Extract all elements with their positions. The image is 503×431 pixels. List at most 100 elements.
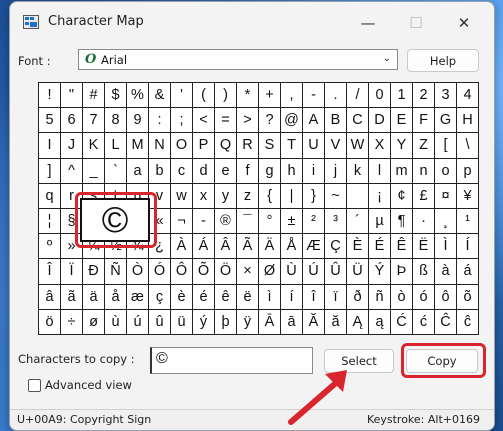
char-cell[interactable]: Ê <box>391 234 413 260</box>
char-cell[interactable]: q <box>39 183 61 209</box>
char-cell[interactable]: Q <box>215 133 237 159</box>
char-cell[interactable]: × <box>237 259 259 285</box>
char-cell[interactable]: e <box>215 158 237 184</box>
char-cell[interactable]: : <box>149 108 171 134</box>
char-cell[interactable]: B <box>325 108 347 134</box>
char-cell[interactable]: ê <box>215 284 237 310</box>
char-cell[interactable]: ( <box>193 83 215 109</box>
char-cell[interactable]: ± <box>281 208 303 235</box>
char-cell[interactable]: 8 <box>105 108 127 134</box>
char-cell[interactable]: À <box>171 234 193 260</box>
char-cell[interactable]: Ö <box>215 259 237 285</box>
char-cell[interactable]: m <box>391 158 413 184</box>
char-cell[interactable]: Z <box>413 133 435 159</box>
char-cell[interactable]: = <box>215 108 237 134</box>
char-cell[interactable]: Ø <box>259 259 281 285</box>
char-cell[interactable]: Â <box>215 234 237 260</box>
char-cell[interactable]: Y <box>391 133 413 159</box>
char-cell[interactable]: å <box>105 284 127 310</box>
char-cell[interactable]: a <box>127 158 149 184</box>
char-cell[interactable]: ¤ <box>435 183 457 209</box>
char-cell[interactable]: Ó <box>149 259 171 285</box>
char-cell[interactable]: ? <box>259 108 281 134</box>
char-cell[interactable]: ² <box>303 208 325 235</box>
font-dropdown[interactable]: O Arial ⌄ <box>78 49 398 70</box>
char-cell[interactable]: é <box>193 284 215 310</box>
char-cell[interactable]: o <box>435 158 457 184</box>
char-cell[interactable]: I <box>39 133 61 159</box>
char-cell[interactable]: µ <box>369 208 391 235</box>
char-cell[interactable]: ć <box>413 309 435 335</box>
char-cell[interactable]: Ð <box>83 259 105 285</box>
char-cell[interactable]: ! <box>39 83 61 109</box>
char-cell[interactable]: 4 <box>457 83 479 109</box>
char-cell[interactable]: U <box>303 133 325 159</box>
char-cell[interactable]: X <box>369 133 391 159</box>
char-cell[interactable]: ´ <box>347 208 369 235</box>
char-cell[interactable]: ô <box>435 284 457 310</box>
char-cell[interactable]: f <box>237 158 259 184</box>
char-cell[interactable]: R <box>237 133 259 159</box>
char-cell[interactable]: ) <box>215 83 237 109</box>
char-cell[interactable]: Ć <box>391 309 413 335</box>
char-cell[interactable]: J <box>61 133 83 159</box>
char-cell[interactable]: Ý <box>369 259 391 285</box>
char-cell[interactable]: w <box>171 183 193 209</box>
char-cell[interactable]: ë <box>237 284 259 310</box>
char-cell[interactable]: 1 <box>391 83 413 109</box>
char-cell[interactable]: ¶ <box>391 208 413 235</box>
char-cell[interactable]: O <box>171 133 193 159</box>
char-cell[interactable]: j <box>325 158 347 184</box>
char-cell[interactable]: G <box>435 108 457 134</box>
char-cell[interactable]: c <box>171 158 193 184</box>
maximize-button[interactable]: ☐ <box>394 8 438 38</box>
char-cell[interactable]: Ì <box>435 234 457 260</box>
char-cell[interactable]: - <box>303 83 325 109</box>
char-cell[interactable]: Ą <box>347 309 369 335</box>
char-cell[interactable]: Ä <box>259 234 281 260</box>
char-cell[interactable]: Ü <box>347 259 369 285</box>
char-cell[interactable]: K <box>83 133 105 159</box>
char-cell[interactable]: þ <box>215 309 237 335</box>
char-cell[interactable]: ¯ <box>237 208 259 235</box>
help-button[interactable]: Help <box>407 49 479 72</box>
char-cell[interactable]: ü <box>171 309 193 335</box>
char-cell[interactable]: \ <box>457 133 479 159</box>
char-cell[interactable]: ' <box>171 83 193 109</box>
char-cell[interactable]: ă <box>325 309 347 335</box>
char-cell[interactable] <box>347 183 369 209</box>
char-cell[interactable]: 6 <box>61 108 83 134</box>
char-cell[interactable]: Í <box>457 234 479 260</box>
char-cell[interactable]: @ <box>281 108 303 134</box>
char-cell[interactable]: d <box>193 158 215 184</box>
char-cell[interactable]: Õ <box>193 259 215 285</box>
char-cell[interactable]: ø <box>83 309 105 335</box>
char-cell[interactable]: ® <box>215 208 237 235</box>
char-cell[interactable]: i <box>303 158 325 184</box>
char-cell[interactable]: Å <box>281 234 303 260</box>
char-cell[interactable]: g <box>259 158 281 184</box>
minimize-button[interactable]: — <box>346 8 390 38</box>
char-cell[interactable]: æ <box>127 284 149 310</box>
char-cell[interactable]: à <box>435 259 457 285</box>
char-cell[interactable]: Ĉ <box>435 309 457 335</box>
char-cell[interactable]: õ <box>457 284 479 310</box>
char-cell[interactable]: ą <box>369 309 391 335</box>
char-cell[interactable]: x <box>193 183 215 209</box>
char-cell[interactable]: ö <box>39 309 61 335</box>
char-cell[interactable]: £ <box>413 183 435 209</box>
char-cell[interactable]: N <box>149 133 171 159</box>
char-cell[interactable]: ý <box>193 309 215 335</box>
char-cell[interactable]: $ <box>105 83 127 109</box>
char-cell[interactable]: C <box>347 108 369 134</box>
char-cell[interactable]: " <box>61 83 83 109</box>
char-cell[interactable]: Ç <box>325 234 347 260</box>
char-cell[interactable]: % <box>127 83 149 109</box>
char-cell[interactable]: Ò <box>127 259 149 285</box>
char-cell[interactable]: W <box>347 133 369 159</box>
char-cell[interactable]: ; <box>171 108 193 134</box>
char-cell[interactable]: ĉ <box>457 309 479 335</box>
char-cell[interactable]: ¢ <box>391 183 413 209</box>
char-cell[interactable]: h <box>281 158 303 184</box>
char-cell[interactable]: n <box>413 158 435 184</box>
